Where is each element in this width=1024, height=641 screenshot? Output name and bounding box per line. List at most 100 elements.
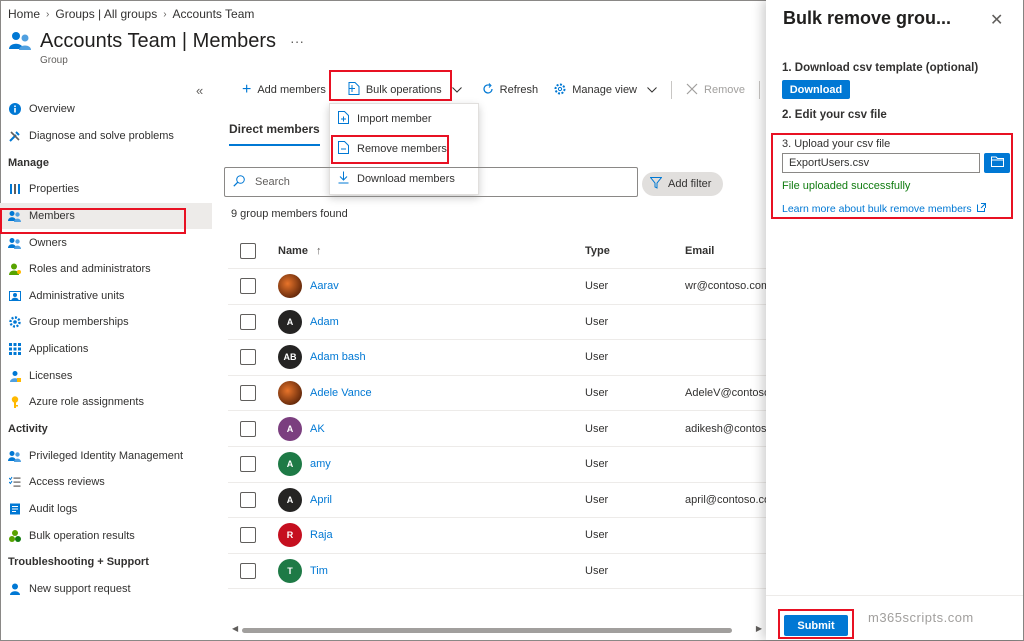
- sidebar-item-pim[interactable]: Privileged Identity Management: [0, 443, 212, 470]
- sidebar-item-licenses[interactable]: Licenses: [0, 362, 212, 389]
- row-checkbox[interactable]: [240, 563, 256, 580]
- bulk-operations-button[interactable]: Bulk operations: [340, 79, 470, 101]
- row-checkbox[interactable]: [240, 385, 256, 402]
- remove-button[interactable]: Remove: [678, 79, 753, 101]
- column-name[interactable]: Name ↑: [278, 245, 585, 257]
- sidebar-item-group-memberships[interactable]: Group memberships: [0, 309, 212, 336]
- menu-item-import-member[interactable]: Import member: [330, 104, 478, 134]
- audit-log-icon: [8, 503, 21, 516]
- table-row[interactable]: A April User april@contoso.com: [228, 483, 766, 519]
- table-row[interactable]: A AK User adikesh@contoso.com: [228, 411, 766, 447]
- manage-view-button[interactable]: Manage view: [546, 79, 665, 101]
- sidebar-item-roles[interactable]: Roles and administrators: [0, 256, 212, 283]
- learn-more-link[interactable]: Learn more about bulk remove members: [782, 203, 986, 215]
- row-checkbox[interactable]: [240, 278, 256, 295]
- sidebar-nav: Overview Diagnose and solve problems Man…: [0, 96, 212, 603]
- bulk-file-icon: [348, 82, 360, 98]
- row-checkbox[interactable]: [240, 313, 256, 330]
- member-name-link[interactable]: AK: [310, 423, 325, 435]
- breadcrumb-current[interactable]: Accounts Team: [173, 7, 255, 21]
- browse-button[interactable]: [984, 153, 1010, 173]
- member-name-link[interactable]: Aarav: [310, 280, 339, 292]
- row-checkbox[interactable]: [240, 349, 256, 366]
- sidebar-item-properties[interactable]: Properties: [0, 176, 212, 203]
- scroll-left-icon[interactable]: ◀: [232, 624, 238, 633]
- member-name-link[interactable]: Tim: [310, 565, 328, 577]
- avatar: A: [278, 487, 302, 512]
- sort-ascending-icon: ↑: [315, 245, 322, 257]
- add-filter-button[interactable]: Add filter: [642, 172, 724, 196]
- more-options-icon[interactable]: ···: [290, 33, 304, 49]
- table-row[interactable]: T Tim User: [228, 554, 766, 590]
- member-name-link[interactable]: Raja: [310, 529, 333, 541]
- row-checkbox[interactable]: [240, 527, 256, 544]
- section-manage: Manage: [8, 156, 49, 169]
- panel-title: Bulk remove grou...: [783, 8, 952, 28]
- sidebar-item-access-reviews[interactable]: Access reviews: [0, 469, 212, 496]
- step-3-label: 3. Upload your csv file: [782, 138, 891, 150]
- sidebar-item-overview[interactable]: Overview: [0, 96, 212, 123]
- table-header: Name ↑ Type Email: [228, 234, 766, 269]
- column-email[interactable]: Email: [685, 245, 766, 257]
- member-name-link[interactable]: Adam bash: [310, 351, 366, 363]
- table-row[interactable]: Aarav User wr@contoso.com: [228, 269, 766, 305]
- member-type: User: [585, 458, 609, 471]
- avatar: R: [278, 523, 302, 548]
- member-name-link[interactable]: amy: [310, 458, 331, 470]
- member-email: adikesh@contoso.com: [685, 422, 766, 435]
- row-checkbox[interactable]: [240, 456, 256, 473]
- properties-icon: [8, 183, 21, 196]
- close-icon[interactable]: ✕: [990, 10, 1003, 30]
- csv-file-input[interactable]: ExportUsers.csv: [782, 153, 980, 173]
- horizontal-scrollbar[interactable]: ◀ ▶: [232, 624, 762, 634]
- row-checkbox[interactable]: [240, 491, 256, 508]
- member-name-link[interactable]: April: [310, 494, 332, 506]
- row-checkbox[interactable]: [240, 420, 256, 437]
- search-input[interactable]: Search: [224, 167, 638, 197]
- menu-item-remove-members[interactable]: Remove members: [330, 134, 478, 164]
- sidebar-item-support[interactable]: New support request: [0, 576, 212, 603]
- sidebar-item-applications[interactable]: Applications: [0, 336, 212, 363]
- key-icon: [8, 396, 21, 409]
- scrollbar-thumb[interactable]: [242, 628, 732, 633]
- section-activity: Activity: [8, 423, 48, 436]
- column-type[interactable]: Type: [585, 245, 685, 257]
- table-row[interactable]: R Raja User: [228, 518, 766, 554]
- add-members-button[interactable]: + Add members: [234, 79, 334, 101]
- info-icon: [8, 103, 21, 116]
- filter-icon: [649, 176, 663, 192]
- breadcrumb-home[interactable]: Home: [8, 7, 40, 21]
- table-row[interactable]: A Adam User: [228, 305, 766, 341]
- gear-icon: [8, 316, 21, 329]
- scroll-right-icon[interactable]: ▶: [756, 624, 762, 633]
- table-row[interactable]: AB Adam bash User: [228, 340, 766, 376]
- member-name-link[interactable]: Adele Vance: [310, 387, 372, 399]
- member-type: User: [585, 351, 609, 364]
- avatar: A: [278, 452, 302, 477]
- select-all-checkbox[interactable]: [240, 243, 256, 259]
- sidebar-item-bulk-results[interactable]: Bulk operation results: [0, 522, 212, 549]
- refresh-button[interactable]: Refresh: [474, 79, 547, 101]
- breadcrumb-groups[interactable]: Groups | All groups: [55, 7, 157, 21]
- avatar: [278, 381, 302, 406]
- toolbar-divider: [671, 81, 673, 99]
- refresh-icon: [482, 82, 494, 98]
- sidebar-item-members[interactable]: Members: [0, 202, 212, 230]
- submit-button[interactable]: Submit: [784, 615, 848, 636]
- sidebar-item-azure-roles[interactable]: Azure role assignments: [0, 389, 212, 416]
- sidebar-item-audit-logs[interactable]: Audit logs: [0, 496, 212, 523]
- table-row[interactable]: Aamy User: [228, 447, 766, 483]
- member-name-link[interactable]: Adam: [310, 316, 339, 328]
- page-header: Accounts Team | Members ···: [8, 29, 304, 53]
- file-add-icon: [338, 111, 349, 127]
- chevron-right-icon: ›: [163, 8, 167, 20]
- sidebar-item-diagnose[interactable]: Diagnose and solve problems: [0, 123, 212, 150]
- watermark: m365scripts.com: [868, 610, 974, 625]
- list-check-icon: [8, 476, 21, 489]
- sidebar-item-admin-units[interactable]: Administrative units: [0, 283, 212, 310]
- table-row[interactable]: Adele Vance User AdeleV@contoso.com: [228, 376, 766, 412]
- member-type: User: [585, 565, 609, 578]
- tab-direct-members[interactable]: Direct members: [229, 122, 320, 146]
- download-button[interactable]: Download: [782, 80, 850, 99]
- sidebar-item-owners[interactable]: Owners: [0, 229, 212, 256]
